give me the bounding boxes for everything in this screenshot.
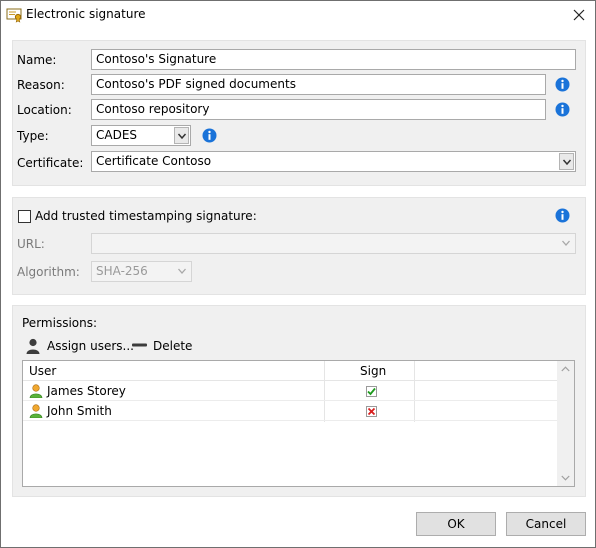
chevron-up-icon[interactable] <box>561 366 570 372</box>
user-name: James Storey <box>47 384 126 398</box>
user-icon <box>29 404 43 418</box>
algorithm-dropdown[interactable]: SHA-256 <box>91 261 192 282</box>
delete-label: Delete <box>153 339 193 353</box>
algorithm-label: Algorithm: <box>17 265 80 279</box>
column-header-sign[interactable]: Sign <box>360 364 386 378</box>
minus-icon <box>132 343 147 347</box>
check-icon <box>367 387 376 396</box>
chevron-down-icon[interactable] <box>561 475 570 481</box>
column-header-user[interactable]: User <box>29 364 56 378</box>
sign-checkbox[interactable] <box>366 386 377 397</box>
table-row[interactable]: John Smith <box>23 402 557 421</box>
window-title: Electronic signature <box>26 7 146 21</box>
chevron-down-icon <box>562 240 570 246</box>
assign-users-label: Assign users... <box>47 339 134 353</box>
certificate-icon <box>6 8 22 23</box>
title-bar: Electronic signature <box>1 1 595 29</box>
certificate-value: Certificate Contoso <box>96 154 212 168</box>
user-name: John Smith <box>47 404 112 418</box>
type-value: CADES <box>96 128 138 142</box>
user-icon <box>29 384 43 398</box>
location-label: Location: <box>17 103 72 117</box>
close-icon[interactable] <box>567 5 591 25</box>
assign-users-button[interactable]: Assign users... <box>25 337 134 355</box>
name-label: Name: <box>17 53 57 67</box>
cross-icon <box>367 407 376 416</box>
location-field[interactable]: Contoso repository <box>91 99 546 120</box>
name-field[interactable]: Contoso's Signature <box>91 49 576 70</box>
dropdown-button[interactable] <box>174 127 189 144</box>
certificate-label: Certificate: <box>17 156 84 170</box>
permissions-table: User Sign James Storey John Smith <box>22 360 575 487</box>
type-label: Type: <box>17 129 49 143</box>
delete-button[interactable]: Delete <box>131 337 193 355</box>
reason-field[interactable]: Contoso's PDF signed documents <box>91 74 546 95</box>
info-icon[interactable] <box>202 128 217 143</box>
timestamping-label: Add trusted timestamping signature: <box>35 209 257 223</box>
table-header: User Sign <box>23 361 557 381</box>
url-label: URL: <box>17 237 45 251</box>
info-icon[interactable] <box>555 208 570 223</box>
info-icon[interactable] <box>555 77 570 92</box>
algorithm-value: SHA-256 <box>96 264 148 278</box>
dropdown-button[interactable] <box>559 153 574 170</box>
cancel-button[interactable]: Cancel <box>506 512 586 536</box>
ok-button[interactable]: OK <box>416 512 496 536</box>
type-dropdown[interactable]: CADES <box>91 125 191 146</box>
user-icon <box>26 338 40 354</box>
vertical-scrollbar[interactable] <box>557 361 574 486</box>
sign-checkbox[interactable] <box>366 406 377 417</box>
certificate-dropdown[interactable]: Certificate Contoso <box>91 151 576 172</box>
info-icon[interactable] <box>555 102 570 117</box>
chevron-down-icon <box>177 133 187 140</box>
permissions-label: Permissions: <box>22 316 98 330</box>
url-dropdown[interactable] <box>91 233 576 254</box>
reason-label: Reason: <box>17 78 65 92</box>
timestamping-checkbox[interactable] <box>18 210 31 223</box>
table-row[interactable]: James Storey <box>23 382 557 401</box>
electronic-signature-dialog: Electronic signature Name: Contoso's Sig… <box>0 0 596 548</box>
chevron-down-icon <box>178 268 186 274</box>
chevron-down-icon <box>562 159 572 166</box>
